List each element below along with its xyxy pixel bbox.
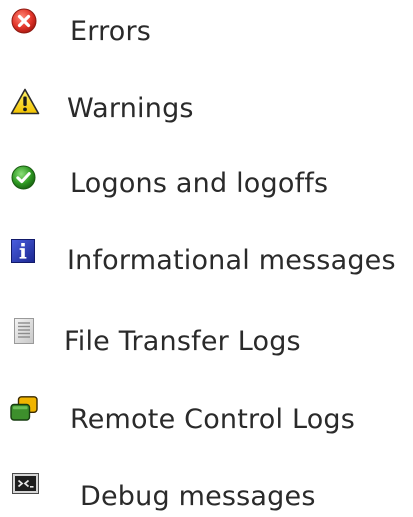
legend-item-debug: Debug messages xyxy=(0,473,413,517)
legend-label-warnings: Warnings xyxy=(67,93,194,124)
legend-item-remote-control: Remote Control Logs xyxy=(0,396,413,440)
warning-icon xyxy=(10,88,40,115)
legend-item-warnings: Warnings xyxy=(0,85,413,129)
document-icon xyxy=(14,318,34,344)
log-type-legend: Errors Warnings Logons and logoffs Infor… xyxy=(0,0,413,517)
legend-label-errors: Errors xyxy=(70,16,152,47)
legend-label-informational: Informational messages xyxy=(67,245,396,276)
info-icon xyxy=(11,239,35,263)
legend-label-remote-control: Remote Control Logs xyxy=(70,404,356,435)
legend-item-logons: Logons and logoffs xyxy=(0,162,413,206)
checkmark-icon xyxy=(11,165,36,190)
legend-label-file-transfer: File Transfer Logs xyxy=(64,326,301,357)
legend-item-errors: Errors xyxy=(0,8,413,52)
console-icon xyxy=(12,473,39,494)
error-icon xyxy=(11,8,37,34)
legend-label-debug: Debug messages xyxy=(80,481,316,512)
remote-windows-icon xyxy=(10,396,38,422)
legend-label-logons: Logons and logoffs xyxy=(70,168,329,199)
legend-item-file-transfer: File Transfer Logs xyxy=(0,318,413,362)
legend-item-informational: Informational messages xyxy=(0,238,413,282)
